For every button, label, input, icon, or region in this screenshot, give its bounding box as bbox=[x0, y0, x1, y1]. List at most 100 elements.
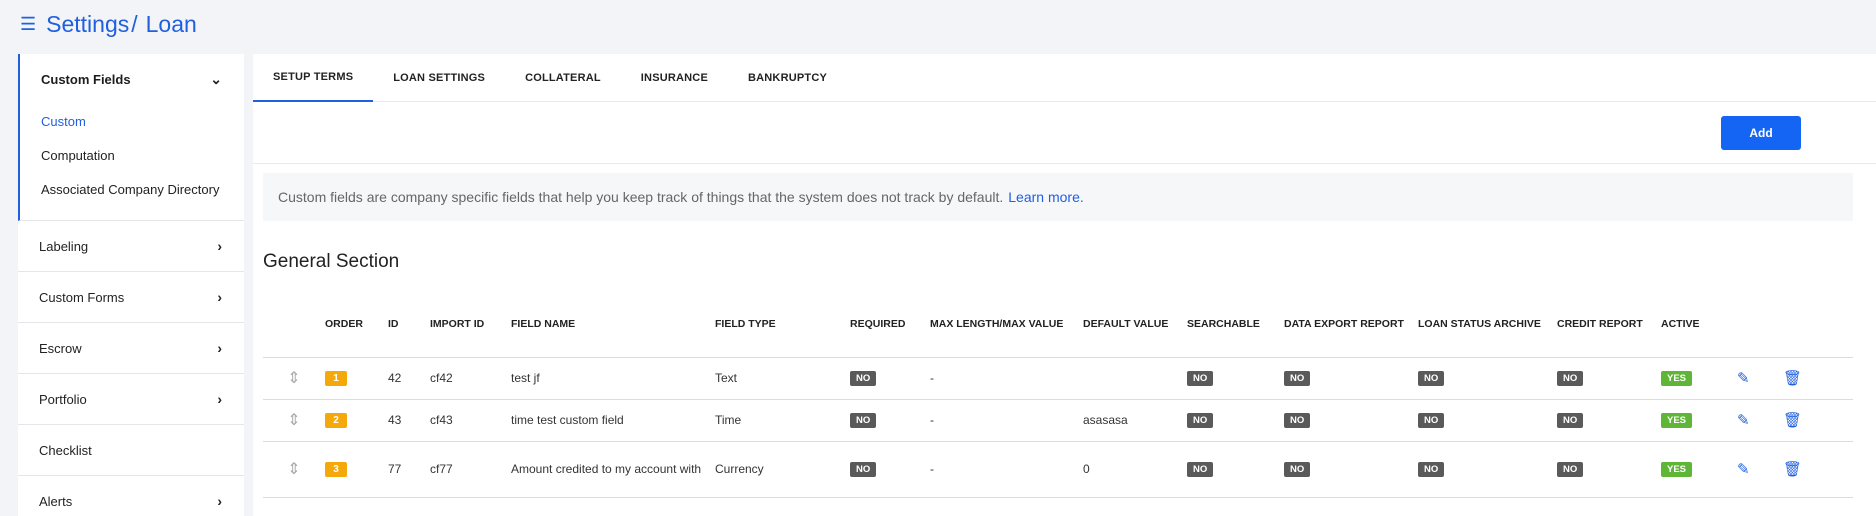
sidebar-item-alerts[interactable]: Alerts › bbox=[18, 476, 244, 516]
chevron-right-icon: › bbox=[217, 391, 222, 407]
edit-column-header bbox=[1737, 293, 1783, 358]
drag-handle-icon[interactable]: ⇕ bbox=[263, 357, 325, 400]
column-header: FIELD NAME bbox=[511, 293, 715, 358]
column-header: REQUIRED bbox=[850, 293, 930, 358]
required-badge: NO bbox=[850, 371, 877, 386]
sidebar-subitem-computation[interactable]: Computation bbox=[20, 138, 244, 172]
info-text: Custom fields are company specific field… bbox=[278, 189, 1004, 205]
cell-id: 43 bbox=[388, 399, 430, 442]
credit-report-badge: NO bbox=[1557, 371, 1584, 386]
sidebar-item-custom-forms[interactable]: Custom Forms › bbox=[18, 272, 244, 323]
active-badge: YES bbox=[1661, 462, 1693, 477]
cell-field-name: Amount credited to my account with bbox=[511, 441, 715, 498]
chevron-down-icon: ⌄ bbox=[210, 70, 222, 87]
column-header: SEARCHABLE bbox=[1187, 293, 1284, 358]
edit-icon[interactable]: ✎ bbox=[1737, 399, 1783, 442]
data-export-badge: NO bbox=[1284, 371, 1311, 386]
required-badge: NO bbox=[850, 413, 877, 428]
cell-id: 42 bbox=[388, 357, 430, 400]
breadcrumb-separator: / bbox=[131, 10, 138, 37]
cell-default-value: 0 bbox=[1083, 441, 1187, 498]
sidebar-item-label: Custom Fields bbox=[41, 71, 131, 87]
sidebar-item-label: Checklist bbox=[39, 442, 92, 458]
cell-import-id: cf43 bbox=[430, 399, 511, 442]
edit-icon[interactable]: ✎ bbox=[1737, 357, 1783, 400]
column-header: DATA EXPORT REPORT bbox=[1284, 293, 1418, 358]
sidebar-item-label: Custom Forms bbox=[39, 289, 125, 305]
cell-import-id: cf77 bbox=[430, 441, 511, 498]
required-badge: NO bbox=[850, 462, 877, 477]
delete-icon[interactable]: 🗑 bbox=[1783, 357, 1853, 400]
cell-default-value: asasasa bbox=[1083, 399, 1187, 442]
cell-field-type: Currency bbox=[715, 441, 850, 498]
loan-status-archive-badge: NO bbox=[1418, 462, 1445, 477]
data-export-badge: NO bbox=[1284, 413, 1311, 428]
credit-report-badge: NO bbox=[1557, 462, 1584, 477]
active-badge: YES bbox=[1661, 371, 1693, 386]
sidebar-item-label: Escrow bbox=[39, 340, 82, 356]
chevron-right-icon: › bbox=[217, 238, 222, 254]
loan-status-archive-badge: NO bbox=[1418, 413, 1445, 428]
cell-field-name: test jf bbox=[511, 357, 715, 400]
delete-column-header bbox=[1783, 293, 1853, 358]
sidebar-subitem-custom[interactable]: Custom bbox=[20, 104, 244, 138]
cell-field-type: Time bbox=[715, 399, 850, 442]
column-header: IMPORT ID bbox=[430, 293, 511, 358]
cell-default-value bbox=[1083, 357, 1187, 400]
table-row: ⇕ 1 42 cf42 test jf Text NO - NO NO NO N… bbox=[263, 357, 1853, 400]
sidebar-item-escrow[interactable]: Escrow › bbox=[18, 323, 244, 374]
section-title: General Section bbox=[263, 251, 400, 272]
cell-import-id: cf42 bbox=[430, 357, 511, 400]
chevron-right-icon: › bbox=[217, 493, 222, 509]
table-row: ⇕ 3 77 cf77 Amount credited to my accoun… bbox=[263, 441, 1853, 498]
tab-insurance[interactable]: INSURANCE bbox=[621, 54, 728, 102]
sidebar-item-label: Alerts bbox=[39, 493, 73, 509]
main-panel: SETUP TERMS LOAN SETTINGS COLLATERAL INS… bbox=[253, 54, 1876, 516]
sidebar-subitem-associated-company-directory[interactable]: Associated Company Directory bbox=[20, 172, 244, 206]
sidebar-item-portfolio[interactable]: Portfolio › bbox=[18, 374, 244, 425]
cell-field-name: time test custom field bbox=[511, 399, 715, 442]
active-badge: YES bbox=[1661, 413, 1693, 428]
drag-handle-icon[interactable]: ⇕ bbox=[263, 441, 325, 498]
column-header: DEFAULT VALUE bbox=[1083, 293, 1187, 358]
toolbar: Add bbox=[253, 102, 1876, 164]
drag-handle-icon[interactable]: ⇕ bbox=[263, 399, 325, 442]
order-badge: 1 bbox=[325, 371, 347, 386]
sidebar-item-custom-fields[interactable]: Custom Fields ⌄ bbox=[20, 54, 244, 104]
chevron-right-icon: › bbox=[217, 289, 222, 305]
breadcrumb-settings[interactable]: Settings bbox=[46, 11, 129, 38]
searchable-badge: NO bbox=[1187, 413, 1214, 428]
sidebar-group-custom-fields: Custom Fields ⌄ Custom Computation Assoc… bbox=[18, 54, 244, 221]
tab-collateral[interactable]: COLLATERAL bbox=[505, 54, 621, 102]
delete-icon[interactable]: 🗑 bbox=[1783, 441, 1853, 498]
column-header: CREDIT REPORT bbox=[1557, 293, 1661, 358]
sidebar: Custom Fields ⌄ Custom Computation Assoc… bbox=[18, 54, 244, 516]
column-header: LOAN STATUS ARCHIVE bbox=[1418, 293, 1557, 358]
table-row: ⇕ 2 43 cf43 time test custom field Time … bbox=[263, 399, 1853, 442]
searchable-badge: NO bbox=[1187, 371, 1214, 386]
tab-loan-settings[interactable]: LOAN SETTINGS bbox=[373, 54, 505, 102]
loan-status-archive-badge: NO bbox=[1418, 371, 1445, 386]
sidebar-item-label: Labeling bbox=[39, 238, 89, 254]
info-banner: Custom fields are company specific field… bbox=[263, 173, 1853, 221]
cell-max-length: - bbox=[930, 357, 1083, 400]
table-header-row: ORDER ID IMPORT ID FIELD NAME FIELD TYPE… bbox=[263, 293, 1853, 358]
order-badge: 3 bbox=[325, 462, 347, 477]
searchable-badge: NO bbox=[1187, 462, 1214, 477]
delete-icon[interactable]: 🗑 bbox=[1783, 399, 1853, 442]
tab-setup-terms[interactable]: SETUP TERMS bbox=[253, 54, 374, 102]
column-header: ID bbox=[388, 293, 430, 358]
sidebar-item-checklist[interactable]: Checklist bbox=[18, 425, 244, 476]
column-header: FIELD TYPE bbox=[715, 293, 850, 358]
drag-column-header bbox=[263, 293, 325, 358]
custom-fields-table: ORDER ID IMPORT ID FIELD NAME FIELD TYPE… bbox=[263, 293, 1853, 498]
add-button[interactable]: Add bbox=[1721, 116, 1801, 150]
chevron-right-icon: › bbox=[217, 340, 222, 356]
learn-more-link[interactable]: Learn more. bbox=[1008, 189, 1083, 205]
hamburger-icon[interactable]: ☰ bbox=[20, 15, 36, 33]
edit-icon[interactable]: ✎ bbox=[1737, 441, 1783, 498]
tab-bankruptcy[interactable]: BANKRUPTCY bbox=[728, 54, 847, 102]
cell-id: 77 bbox=[388, 441, 430, 498]
cell-max-length: - bbox=[930, 399, 1083, 442]
sidebar-item-labeling[interactable]: Labeling › bbox=[18, 221, 244, 272]
